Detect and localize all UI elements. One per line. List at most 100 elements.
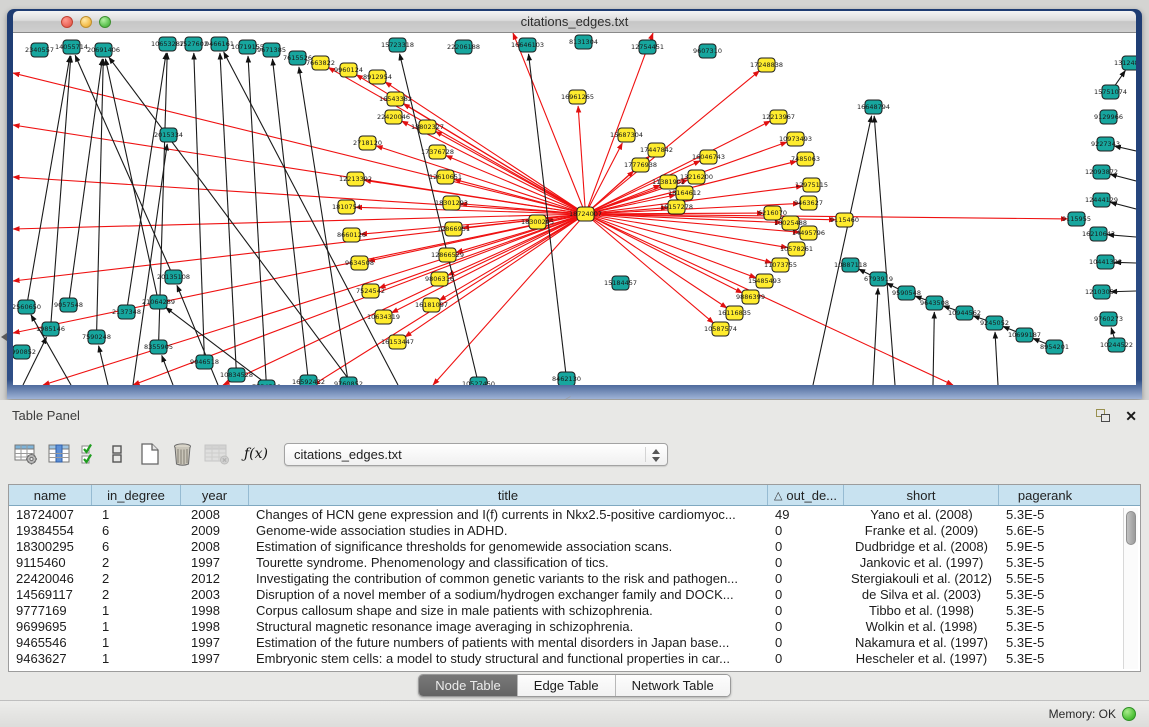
graph-node[interactable]: 10587574 (704, 322, 737, 336)
graph-node[interactable]: 1810754 (332, 200, 361, 214)
graph-node[interactable]: 8954201 (1040, 340, 1069, 354)
graph-node[interactable]: 12866529 (431, 248, 464, 262)
graph-node[interactable]: 9643508 (920, 296, 949, 310)
column-header-out_degree[interactable]: △out_de... (768, 485, 844, 505)
table-cell[interactable]: Yano et al. (2008) (844, 506, 999, 522)
table-cell[interactable]: 18300295 (9, 538, 92, 554)
table-cell[interactable]: 5.3E-5 (999, 554, 1091, 570)
table-cell[interactable]: 0 (768, 538, 844, 554)
graph-node[interactable]: 9463627 (794, 196, 823, 210)
table-row[interactable]: 969969511998Structural magnetic resonanc… (9, 618, 1140, 634)
table-cell[interactable]: 1997 (181, 634, 249, 650)
graph-node[interactable]: 15184457 (604, 276, 637, 290)
table-row[interactable]: 946554611997Estimation of the future num… (9, 634, 1140, 650)
table-cell[interactable]: Dudbridge et al. (2008) (844, 538, 999, 554)
float-panel-icon[interactable] (1096, 409, 1111, 423)
function-builder-icon[interactable]: ƒ(x) (244, 446, 268, 462)
table-cell[interactable]: 2009 (181, 522, 249, 538)
graph-node[interactable]: 10634319 (367, 310, 400, 324)
close-window-button[interactable] (61, 16, 73, 28)
graph-node[interactable]: 12754451 (631, 40, 664, 54)
table-cell[interactable]: 1 (92, 618, 181, 634)
table-selector-dropdown[interactable]: citations_edges.txt (284, 443, 668, 466)
table-cell[interactable]: 2008 (181, 538, 249, 554)
table-cell[interactable]: Genome-wide association studies in ADHD. (249, 522, 768, 538)
table-cell[interactable]: Investigating the contribution of common… (249, 570, 768, 586)
table-cell[interactable]: 6 (92, 522, 181, 538)
table-cell[interactable]: Estimation of the future numbers of pati… (249, 634, 768, 650)
column-header-short[interactable]: short (844, 485, 999, 505)
table-cell[interactable]: de Silva et al. (2003) (844, 586, 999, 602)
close-panel-icon[interactable]: ✕ (1125, 409, 1137, 423)
tab-edge-table[interactable]: Edge Table (518, 675, 616, 696)
table-cell[interactable]: 5.6E-5 (999, 522, 1091, 538)
table-cell[interactable]: 5.3E-5 (999, 634, 1091, 650)
table-cell[interactable]: 9463627 (9, 650, 92, 666)
table-cell[interactable]: 2008 (181, 506, 249, 522)
column-header-year[interactable]: year (181, 485, 249, 505)
graph-node[interactable]: 9960124 (334, 63, 363, 77)
scrollbar-thumb[interactable] (1126, 511, 1136, 545)
graph-node[interactable]: 12213967 (762, 110, 795, 124)
graph-node[interactable]: 16648794 (857, 100, 890, 114)
column-header-name[interactable]: name (9, 485, 92, 505)
table-cell[interactable]: 2 (92, 586, 181, 602)
graph-node[interactable]: 10973493 (779, 132, 812, 146)
table-cell[interactable]: 9115460 (9, 554, 92, 570)
table-scrollbar[interactable] (1123, 508, 1138, 669)
table-cell[interactable]: 1 (92, 634, 181, 650)
table-cell[interactable]: 18724007 (9, 506, 92, 522)
graph-node[interactable]: 14055714 (55, 40, 88, 54)
graph-node[interactable]: 10244522 (1100, 338, 1133, 352)
minimize-window-button[interactable] (80, 16, 92, 28)
graph-node[interactable]: 21064289 (142, 295, 175, 309)
table-cell[interactable]: 9465546 (9, 634, 92, 650)
graph-node[interactable]: 16961265 (561, 90, 594, 104)
graph-node[interactable]: 15687304 (610, 128, 643, 142)
table-cell[interactable]: Estimation of significance thresholds fo… (249, 538, 768, 554)
graph-node[interactable]: 9607310 (693, 44, 722, 58)
table-cell[interactable]: 22420046 (9, 570, 92, 586)
graph-node[interactable]: 20135108 (157, 270, 190, 284)
graph-node[interactable]: 9227343 (1091, 137, 1120, 151)
graph-node[interactable]: 10578261 (780, 242, 813, 256)
table-cell[interactable]: Franke et al. (2009) (844, 522, 999, 538)
graph-node[interactable]: 12213392 (339, 172, 372, 186)
table-cell[interactable]: 2012 (181, 570, 249, 586)
table-settings-icon[interactable] (14, 443, 38, 465)
graph-node[interactable]: 15751074 (1094, 85, 1127, 99)
graph-node[interactable]: 12444129 (1085, 193, 1118, 207)
table-cell[interactable]: 5.3E-5 (999, 602, 1091, 618)
table-cell[interactable]: 0 (768, 570, 844, 586)
graph-node[interactable]: 7754528 (252, 380, 281, 385)
graph-node[interactable]: 17776938 (624, 158, 657, 172)
row-height-icon[interactable] (111, 443, 123, 465)
select-columns-icon[interactable] (81, 443, 101, 465)
table-cell[interactable]: Corpus callosum shape and size in male p… (249, 602, 768, 618)
graph-node[interactable]: 16116835 (718, 306, 751, 320)
graph-node[interactable]: 8462130 (552, 372, 581, 385)
graph-node[interactable]: 9129966 (1094, 110, 1123, 124)
table-cell[interactable]: 1997 (181, 650, 249, 666)
graph-node[interactable]: 12093872 (1085, 165, 1118, 179)
table-row[interactable]: 1938455462009Genome-wide association stu… (9, 522, 1140, 538)
graph-node[interactable]: 18301293 (435, 196, 468, 210)
graph-node[interactable]: 16210643 (1082, 227, 1115, 241)
graph-node[interactable]: 10527450 (462, 377, 495, 385)
table-cell[interactable]: 1997 (181, 554, 249, 570)
graph-node[interactable]: 16543382 (379, 92, 412, 106)
table-cell[interactable]: 19384554 (9, 522, 92, 538)
table-row[interactable]: 911546021997Tourette syndrome. Phenomeno… (9, 554, 1140, 570)
table-cell[interactable]: 1 (92, 506, 181, 522)
table-cell[interactable]: 9777169 (9, 602, 92, 618)
table-cell[interactable]: 5.3E-5 (999, 618, 1091, 634)
graph-node[interactable]: 2340557 (25, 43, 54, 57)
table-cell[interactable]: 0 (768, 618, 844, 634)
graph-node[interactable]: 9760273 (1094, 312, 1123, 326)
table-cell[interactable]: 0 (768, 522, 844, 538)
graph-node[interactable]: 9760852 (334, 377, 363, 385)
table-cell[interactable]: Stergiakouli et al. (2012) (844, 570, 999, 586)
table-row[interactable]: 1830029562008Estimation of significance … (9, 538, 1140, 554)
graph-node[interactable]: 12866951 (437, 222, 470, 236)
table-cell[interactable]: 0 (768, 602, 844, 618)
